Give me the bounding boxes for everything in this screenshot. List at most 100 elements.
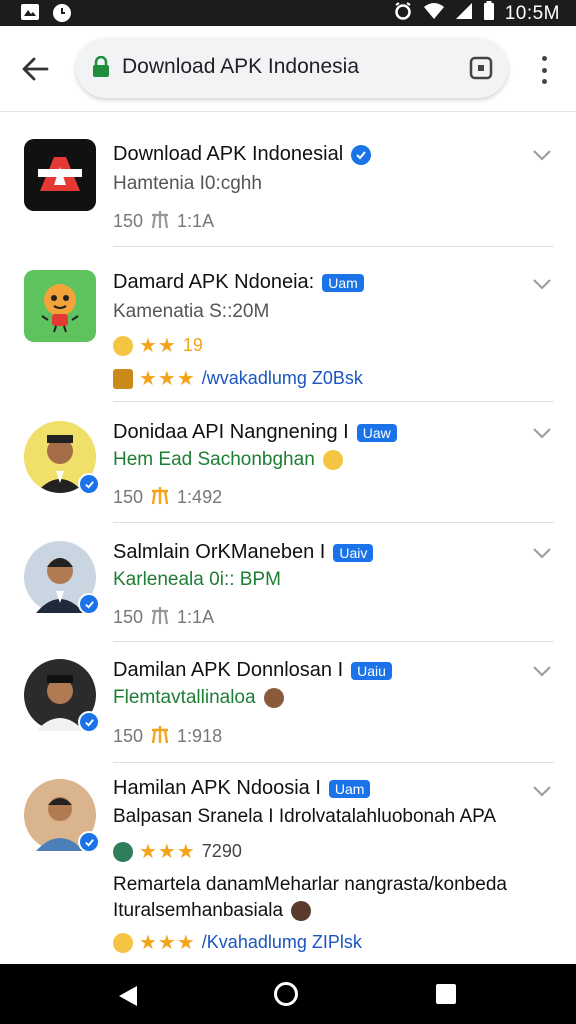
rating-row: ★★ 19	[113, 333, 203, 358]
list-item[interactable]: Damilan APK Donnlosan I Uaiu Flemtavtall…	[0, 642, 576, 763]
rating-stars-icon: ★★★	[139, 368, 196, 390]
item-description-line1: Remartela danamMeharlar nangrasta/konbed…	[113, 874, 507, 895]
item-subtitle: Balpasan Sranela I Idrolvatalahluobonah …	[113, 806, 497, 827]
item-title-row: Damard APK Ndoneia: Uam	[113, 271, 364, 294]
verified-check-icon	[78, 711, 100, 733]
url-text: Download APK Indonesia	[122, 55, 359, 78]
meta-value: 1:1A	[177, 607, 215, 627]
mini-avatar-icon	[263, 688, 284, 708]
back-button[interactable]	[18, 52, 52, 86]
chevron-down-icon[interactable]	[532, 664, 552, 678]
tab-switcher-button[interactable]	[468, 55, 494, 81]
item-title-row: Download APK Indonesial	[113, 143, 372, 166]
rating-row: ★★★ 7290	[113, 839, 242, 864]
emoji-icon	[322, 450, 343, 470]
chevron-down-icon[interactable]	[532, 784, 552, 798]
rating-stars-icon: ★★★	[139, 932, 196, 954]
emoji-icon	[113, 335, 133, 356]
item-title: Salmlain OrKManeben I	[113, 541, 326, 563]
list-item[interactable]: Hamilan APK Ndoosia I Uam Balpasan Srane…	[0, 762, 576, 964]
rating-value: 7290	[201, 841, 242, 861]
item-link[interactable]: /Kvahadlumg ZIPlsk	[202, 932, 362, 953]
rating-stars-icon: ★★★	[139, 841, 196, 863]
chevron-down-icon[interactable]	[532, 546, 552, 560]
verified-check-icon	[78, 831, 100, 853]
item-subtitle: Flemtavtallinaloa	[113, 687, 256, 708]
chevron-down-icon[interactable]	[532, 426, 552, 440]
item-meta: 150 1:918	[113, 724, 222, 749]
link-row: ★★★ /wvakadlumg Z0Bsk	[113, 366, 363, 391]
item-description-line2: Ituralsemhanbasiala	[113, 900, 284, 921]
list-item[interactable]: Donidaa API Nangnening I Uaw Hem Ead Sac…	[0, 402, 576, 523]
chevron-down-icon[interactable]	[532, 148, 552, 162]
mascot-app-icon	[24, 270, 96, 342]
meta-count: 150	[113, 211, 144, 231]
gallery-notification-icon	[20, 3, 40, 28]
meta-count: 150	[113, 607, 144, 627]
battery-icon	[483, 1, 495, 26]
address-bar[interactable]: Download APK Indonesia	[76, 38, 508, 98]
alarm-icon	[393, 1, 413, 26]
item-title-row: Damilan APK Donnlosan I Uaiu	[113, 659, 392, 682]
trophy-icon	[149, 724, 171, 749]
rating-value: 19	[182, 335, 203, 355]
item-title: Damilan APK Donnlosan I	[113, 659, 344, 681]
link-row: ★★★ /Kvahadlumg ZIPlsk	[113, 930, 362, 955]
item-meta: 150 1:1A	[113, 209, 214, 234]
item-title-row: Donidaa API Nangnening I Uaw	[113, 421, 397, 444]
system-nav-bar	[0, 964, 576, 1024]
results-list: Download APK Indonesial Hamtenia I0:cghh…	[0, 112, 576, 964]
list-item[interactable]: Download APK Indonesial Hamtenia I0:cghh…	[0, 112, 576, 247]
item-title: Donidaa API Nangnening I	[113, 421, 349, 443]
nav-recents-button[interactable]	[436, 984, 456, 1004]
tag-badge: Uaw	[356, 423, 397, 442]
meta-count: 150	[113, 726, 144, 746]
app-mini-icon	[113, 368, 133, 389]
trophy-icon	[149, 485, 171, 510]
tab-switcher-icon	[469, 56, 493, 80]
meta-value: 1:1A	[177, 211, 215, 231]
signal-icon	[455, 2, 473, 25]
clock-notification-icon	[52, 3, 72, 28]
wifi-icon	[423, 2, 445, 25]
download-arrow-icon	[149, 605, 171, 630]
verified-check-icon	[78, 473, 100, 495]
item-subtitle-row: Flemtavtallinaloa	[113, 687, 284, 709]
back-arrow-icon	[22, 57, 49, 81]
browser-toolbar: Download APK Indonesia	[0, 26, 576, 112]
status-bar: 10:5M	[0, 0, 576, 26]
overflow-menu-button[interactable]	[530, 54, 558, 86]
profile-avatar	[24, 421, 100, 495]
rating-stars-icon: ★★	[139, 335, 177, 357]
meta-value: 1:918	[177, 726, 223, 746]
item-subtitle-row: Hem Ead Sachonbghan	[113, 449, 343, 471]
item-subtitle: Hem Ead Sachonbghan	[113, 449, 315, 470]
verified-check-icon	[351, 144, 372, 165]
item-title-row: Salmlain OrKManeben I Uaiv	[113, 541, 374, 564]
item-description-line2-row: Ituralsemhanbasiala	[113, 900, 312, 922]
item-title: Hamilan APK Ndoosia I	[113, 777, 321, 799]
list-item[interactable]: Damard APK Ndoneia: Uam Kamenatia S::20M…	[0, 247, 576, 402]
profile-avatar	[24, 779, 100, 853]
item-title: Damard APK Ndoneia:	[113, 271, 315, 293]
nav-back-button[interactable]	[117, 984, 139, 1013]
list-item[interactable]: Salmlain OrKManeben I Uaiv Karleneala 0i…	[0, 522, 576, 642]
item-meta: 150 1:492	[113, 485, 222, 510]
meta-count: 150	[113, 487, 144, 507]
tag-badge: Uam	[322, 273, 364, 292]
tag-badge: Uaiv	[333, 543, 374, 562]
globe-icon	[113, 841, 133, 862]
nav-home-button[interactable]	[274, 982, 298, 1006]
mini-avatar-icon	[291, 901, 312, 921]
item-title: Download APK Indonesial	[113, 143, 344, 165]
lock-icon	[92, 55, 110, 83]
emoji-icon	[113, 932, 133, 953]
menu-dot-icon	[541, 79, 547, 84]
profile-avatar	[24, 659, 100, 733]
profile-avatar	[24, 541, 100, 615]
item-meta: 150 1:1A	[113, 605, 214, 630]
item-link[interactable]: /wvakadlumg Z0Bsk	[202, 368, 363, 389]
status-time: 10:5M	[504, 2, 560, 24]
chevron-down-icon[interactable]	[532, 277, 552, 291]
app-logo-icon	[24, 139, 96, 211]
